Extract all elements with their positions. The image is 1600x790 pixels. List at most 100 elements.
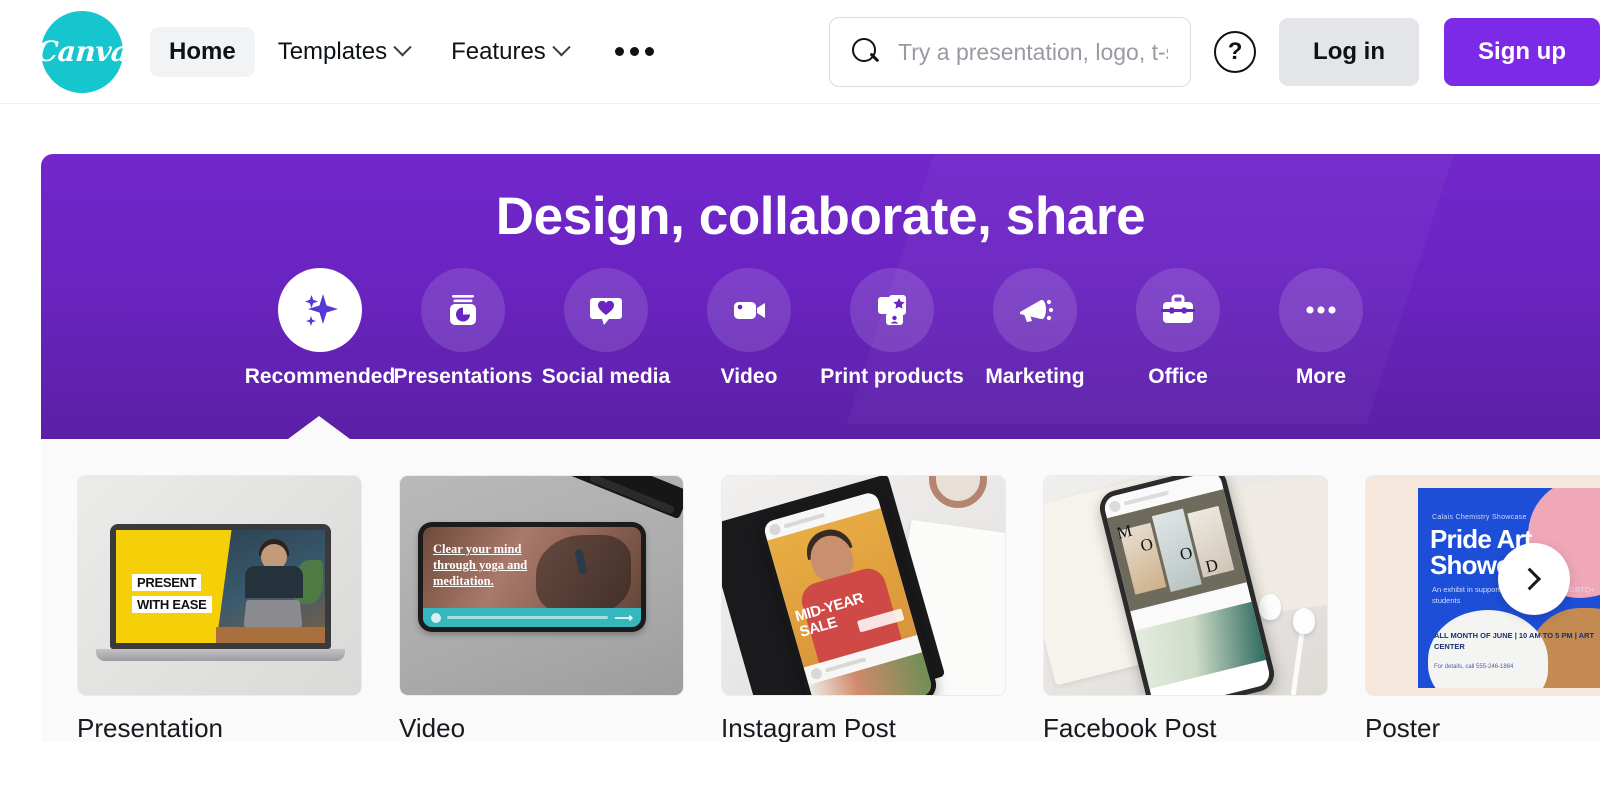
laptop-base xyxy=(96,649,345,661)
earbud-left xyxy=(1259,594,1281,620)
mood-letter-d: D xyxy=(1203,555,1221,577)
search-icon xyxy=(852,38,880,66)
category-marketing-circle xyxy=(993,268,1077,352)
template-carousel: PRESENT WITH EASE Presentation Clear you… xyxy=(41,439,1600,742)
category-marketing[interactable]: Marketing xyxy=(964,268,1107,389)
template-card-label: Presentation xyxy=(77,713,223,742)
ellipsis-icon xyxy=(1306,306,1336,314)
video-headline: Clear your mind through yoga and meditat… xyxy=(433,542,528,588)
category-more-label: More xyxy=(1295,365,1347,388)
ellipsis-icon-dot xyxy=(629,47,639,56)
category-print-products-label: Print products xyxy=(820,365,964,388)
template-thumbnail-video: Clear your mind through yoga and meditat… xyxy=(399,475,684,696)
watch-decor xyxy=(929,476,987,508)
poster-footnote: For details, call 555-246-1864 xyxy=(1434,664,1514,670)
category-video-circle xyxy=(707,268,791,352)
template-thumbnail-facebook-post: M O O D xyxy=(1043,475,1328,696)
nav-item-home[interactable]: Home xyxy=(150,26,255,77)
carousel-next-button[interactable] xyxy=(1498,543,1570,615)
template-card-label: Poster xyxy=(1365,713,1441,742)
desk-surface xyxy=(216,627,325,643)
category-tabs: Recommended Presentations Social media V… xyxy=(41,268,1600,389)
category-print-products-circle xyxy=(850,268,934,352)
log-in-button[interactable]: Log in xyxy=(1279,18,1420,86)
search-input[interactable] xyxy=(898,38,1169,66)
active-tab-caret xyxy=(288,416,350,439)
category-office[interactable]: Office xyxy=(1107,268,1250,389)
category-office-label: Office xyxy=(1148,365,1208,388)
nav-item-templates-label: Templates xyxy=(277,37,388,65)
progress-track xyxy=(447,616,609,619)
category-office-circle xyxy=(1136,268,1220,352)
arrow-right-icon: ⟶ xyxy=(614,609,633,625)
chevron-right-icon xyxy=(1518,567,1542,591)
canva-logo[interactable]: Canva xyxy=(35,10,130,93)
template-card-presentation[interactable]: PRESENT WITH EASE Presentation xyxy=(77,475,362,742)
poster-kicker: Calais Chemistry Showcase xyxy=(1432,514,1527,521)
template-card-label: Video xyxy=(399,713,466,742)
category-recommended-circle xyxy=(278,268,362,352)
avatar xyxy=(768,522,782,536)
nav-more-menu-button[interactable] xyxy=(599,33,670,70)
template-card-poster[interactable]: Calais Chemistry Showcase Pride Art Show… xyxy=(1365,475,1600,742)
heart-speech-bubble-icon xyxy=(590,298,622,325)
top-navigation-bar: Canva Home Templates Features ? Log in S… xyxy=(0,0,1600,104)
ellipsis-icon-dot xyxy=(614,47,624,56)
video-camera-icon xyxy=(734,302,765,319)
pen-decor xyxy=(558,476,683,520)
canva-logo-text: Canva xyxy=(34,35,130,68)
sign-up-button[interactable]: Sign up xyxy=(1444,18,1600,86)
video-progress-bar: ⟶ xyxy=(423,608,641,627)
category-print-products[interactable]: Print products xyxy=(820,268,964,389)
help-icon[interactable]: ? xyxy=(1214,31,1257,73)
category-video[interactable]: Video xyxy=(678,268,821,389)
chevron-down-icon xyxy=(552,38,571,57)
nav-item-home-label: Home xyxy=(169,37,236,65)
phone-mockup: Clear your mind through yoga and meditat… xyxy=(418,522,646,632)
template-card-label: Facebook Post xyxy=(1043,713,1217,742)
mood-letter-o1: O xyxy=(1138,534,1156,556)
laptop-mockup: PRESENT WITH EASE xyxy=(110,524,331,649)
nav-item-templates[interactable]: Templates xyxy=(259,27,428,77)
print-cards-icon xyxy=(878,295,906,325)
hero-banner: Design, collaborate, share Recommended P… xyxy=(41,154,1600,439)
template-card-instagram-post[interactable]: MID-YEAR SALE Instagram Post xyxy=(721,475,1006,742)
template-card-facebook-post[interactable]: M O O D Facebook Post xyxy=(1043,475,1328,742)
mood-letter-m: M xyxy=(1114,520,1135,543)
hero-section: Design, collaborate, share Recommended P… xyxy=(41,154,1600,439)
mood-letter-o2: O xyxy=(1177,542,1195,565)
category-social-media[interactable]: Social media xyxy=(535,268,678,389)
category-video-label: Video xyxy=(720,365,778,388)
category-presentations-circle xyxy=(421,268,505,352)
inner-laptop xyxy=(243,599,303,628)
category-presentations-label: Presentations xyxy=(393,365,533,388)
avatar xyxy=(809,666,824,681)
slide-headline-line1: PRESENT xyxy=(132,574,202,591)
laptop-screen: PRESENT WITH EASE xyxy=(116,530,325,643)
template-card-video[interactable]: Clear your mind through yoga and meditat… xyxy=(399,475,684,742)
progress-handle xyxy=(431,612,441,623)
phone-screen: Clear your mind through yoga and meditat… xyxy=(423,527,641,627)
category-recommended-label: Recommended xyxy=(244,365,396,388)
person-body xyxy=(245,566,303,598)
nav-item-features-label: Features xyxy=(451,37,546,65)
presentation-chart-icon xyxy=(450,295,476,325)
category-marketing-label: Marketing xyxy=(985,365,1085,388)
sparkles-icon xyxy=(305,294,338,326)
slide-headline-line2: WITH EASE xyxy=(132,596,212,613)
briefcase-icon xyxy=(1161,294,1195,323)
poster-event-info: ALL MONTH OF JUNE | 10 AM TO 5 PM | ART … xyxy=(1434,630,1595,651)
nav-item-features[interactable]: Features xyxy=(432,27,587,77)
category-more-circle xyxy=(1279,268,1363,352)
category-social-media-label: Social media xyxy=(541,365,671,388)
chevron-down-icon xyxy=(393,38,412,57)
page-title: Design, collaborate, share xyxy=(495,187,1146,246)
template-card-label: Instagram Post xyxy=(721,713,896,742)
header-actions: ? Log in Sign up xyxy=(829,0,1600,104)
search-box[interactable] xyxy=(829,17,1192,87)
category-recommended[interactable]: Recommended xyxy=(245,268,395,389)
category-more[interactable]: More xyxy=(1250,268,1393,389)
category-presentations[interactable]: Presentations xyxy=(392,268,535,389)
template-card-list: PRESENT WITH EASE Presentation Clear you… xyxy=(41,439,1600,742)
main-nav: Home Templates Features xyxy=(150,26,670,77)
